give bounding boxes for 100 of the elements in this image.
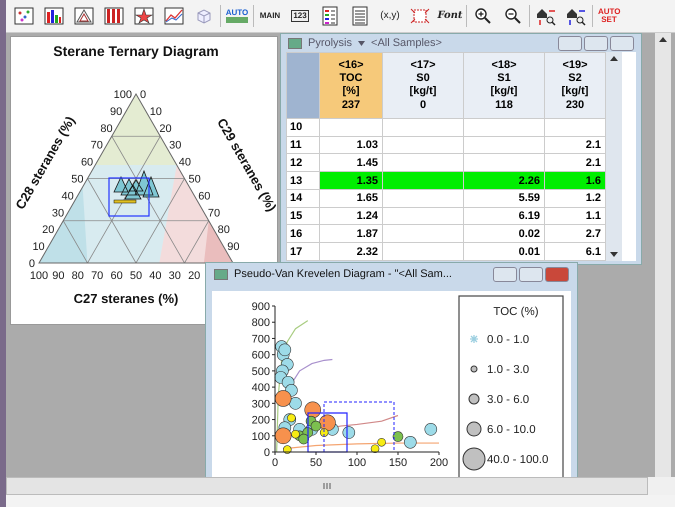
row-header[interactable]: 12 <box>286 154 320 172</box>
data-point <box>289 397 302 410</box>
sample-filter[interactable]: <All Samples> <box>371 37 442 49</box>
selection-rectangle[interactable] <box>108 177 150 217</box>
font-button[interactable]: Font <box>436 3 464 29</box>
tick-label: 30 <box>169 140 182 152</box>
table-cell: 1.35 <box>320 172 382 190</box>
tick-label: 60 <box>80 156 94 169</box>
legend-label: 3.0 - 6.0 <box>487 394 530 406</box>
corner-cell[interactable] <box>286 52 320 118</box>
tick-label: 20 <box>159 122 172 135</box>
tick-label: 400 <box>252 382 270 394</box>
tick-label: 50 <box>310 457 322 469</box>
tick-label: 100 <box>348 457 366 469</box>
table-cell <box>320 118 382 136</box>
column-header[interactable]: <16> TOC [%] 237 <box>320 52 382 118</box>
legend-marker-icon <box>469 334 479 344</box>
down-arrow-icon[interactable] <box>610 252 618 257</box>
tick-label: 90 <box>110 106 122 118</box>
chart-title: Sterane Ternary Diagram <box>53 43 219 59</box>
scrollbar[interactable] <box>6 477 648 495</box>
tick-label: 30 <box>168 270 181 282</box>
row-header[interactable]: 14 <box>286 189 320 208</box>
table-cell: 5.59 <box>464 189 544 208</box>
caret-icon[interactable] <box>358 40 366 46</box>
data-point <box>342 426 356 439</box>
minimize-button[interactable] <box>558 36 582 50</box>
table-cell: 1.24 <box>320 207 382 225</box>
table-cell: 2.26 <box>464 172 544 190</box>
tick-label: 70 <box>208 207 220 220</box>
data-point <box>392 431 404 442</box>
dashed-outline[interactable] <box>324 402 394 452</box>
row-header[interactable]: 11 <box>286 136 320 154</box>
row-header[interactable]: 10 <box>286 118 320 136</box>
table-cell: 1.65 <box>320 189 382 208</box>
legend-marker-icon <box>462 448 486 470</box>
table-cell: 0.02 <box>464 224 544 243</box>
tick-label: 90 <box>52 270 65 282</box>
window-icon <box>214 268 228 280</box>
column-header[interactable]: <19> S2 [kg/t] 230 <box>544 52 606 118</box>
legend-label: 1.0 - 3.0 <box>487 364 530 376</box>
tick-label: 600 <box>252 350 270 362</box>
tick-label: 100 <box>30 270 48 282</box>
row-header[interactable]: 15 <box>286 207 320 225</box>
close-button[interactable] <box>545 266 569 282</box>
table-cell: 1.87 <box>320 224 382 243</box>
tick-label: 70 <box>90 140 103 152</box>
tick-label: 10 <box>32 241 45 254</box>
tick-label: 0 <box>264 447 270 459</box>
row-header[interactable]: 17 <box>286 242 320 260</box>
tick-label: 80 <box>100 122 113 135</box>
row-header[interactable]: 16 <box>286 224 320 243</box>
grip-icon <box>322 482 332 490</box>
tick-label: 60 <box>198 190 210 202</box>
tick-label: 50 <box>130 270 142 282</box>
auto-set-button[interactable]: AUTO SET <box>595 3 623 29</box>
tick-label: 900 <box>252 301 270 313</box>
close-button[interactable] <box>610 36 634 50</box>
legend-label: 40.0 - 100.0 <box>487 454 548 466</box>
maximize-button[interactable] <box>519 266 543 282</box>
table-cell: 1.03 <box>320 136 382 154</box>
tick-label: 40 <box>149 270 162 282</box>
tick-label: 70 <box>91 270 104 282</box>
tick-label: 60 <box>110 270 123 282</box>
legend-label: 0.0 - 1.0 <box>487 334 530 346</box>
tick-label: 100 <box>114 89 132 101</box>
tick-label: 10 <box>150 106 162 118</box>
legend-marker-icon <box>466 422 482 436</box>
window-title: Pyrolysis <box>308 37 352 49</box>
scrollbar[interactable] <box>606 52 622 261</box>
column-header[interactable]: <17> S0 [kg/t] 0 <box>382 52 464 118</box>
main-button[interactable]: MAIN <box>256 3 284 29</box>
maximize-button[interactable] <box>584 36 608 50</box>
axis-title: C27 steranes (%) <box>74 291 178 306</box>
counter-button[interactable]: 123 <box>286 3 314 29</box>
sample-markers-drawing <box>113 170 160 204</box>
tick-label: 500 <box>252 366 270 378</box>
tick-label: 20 <box>188 270 200 282</box>
tick-label: 90 <box>227 241 240 254</box>
minimize-button[interactable] <box>493 266 517 282</box>
up-arrow-icon[interactable] <box>610 56 618 61</box>
data-point <box>278 344 292 356</box>
scrollbar[interactable] <box>655 33 671 477</box>
table-cell: 6.19 <box>464 207 544 225</box>
data-point <box>298 434 309 444</box>
selection-outline[interactable] <box>307 412 348 453</box>
legend-marker-icon <box>470 366 478 372</box>
window-icon <box>288 38 302 48</box>
table-cell: 1.6 <box>544 172 606 190</box>
tick-label: 0 <box>140 89 146 101</box>
row-header[interactable]: 13 <box>286 172 320 190</box>
xy-button[interactable]: (x,y) <box>376 3 404 29</box>
column-header[interactable]: <18> S1 [kg/t] 118 <box>464 52 544 118</box>
tick-label: 800 <box>252 317 270 330</box>
data-point <box>424 423 438 436</box>
legend-label: 6.0 - 10.0 <box>487 424 536 436</box>
tick-label: 50 <box>188 174 201 186</box>
window-title: Pseudo-Van Krevelen Diagram - "<All Sam... <box>234 268 452 280</box>
tick-label: 300 <box>252 398 270 410</box>
up-arrow-icon[interactable] <box>659 37 667 42</box>
